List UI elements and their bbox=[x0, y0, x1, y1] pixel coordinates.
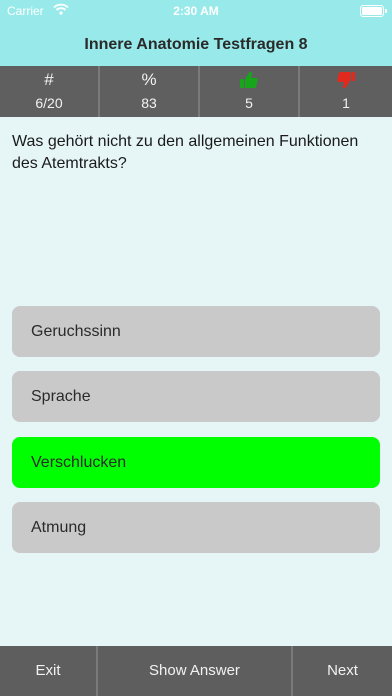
stat-progress-value: 6/20 bbox=[35, 95, 63, 111]
stat-progress: # 6/20 bbox=[0, 66, 100, 117]
stats-bar: # 6/20 % 83 5 1 bbox=[0, 66, 392, 117]
battery-icon bbox=[360, 5, 387, 17]
stat-percent: % 83 bbox=[100, 66, 200, 117]
answer-button-4[interactable]: Atmung bbox=[12, 502, 380, 553]
stat-correct: 5 bbox=[200, 66, 300, 117]
page-title: Innere Anatomie Testfragen 8 bbox=[84, 36, 308, 53]
status-time: 2:30 AM bbox=[173, 4, 219, 18]
bottom-toolbar: Exit Show Answer Next bbox=[0, 646, 392, 696]
thumbs-down-icon bbox=[300, 69, 392, 91]
next-button[interactable]: Next bbox=[293, 646, 392, 696]
answer-button-2[interactable]: Sprache bbox=[12, 371, 380, 422]
stat-wrong-value: 1 bbox=[342, 95, 350, 111]
exit-button[interactable]: Exit bbox=[0, 646, 98, 696]
stat-percent-label: % bbox=[141, 70, 157, 89]
status-bar: Carrier 2:30 AM bbox=[0, 0, 392, 22]
stat-progress-label: # bbox=[44, 70, 54, 89]
stat-correct-value: 5 bbox=[245, 95, 253, 111]
question-text: Was gehört nicht zu den allgemeinen Funk… bbox=[12, 133, 359, 172]
answer-button-1[interactable]: Geruchssinn bbox=[12, 306, 380, 357]
thumbs-up-icon bbox=[200, 69, 298, 91]
navigation-bar: Innere Anatomie Testfragen 8 bbox=[0, 22, 392, 66]
show-answer-button[interactable]: Show Answer bbox=[98, 646, 293, 696]
stat-percent-value: 83 bbox=[141, 95, 157, 111]
stat-wrong: 1 bbox=[300, 66, 392, 117]
answer-button-3[interactable]: Verschlucken bbox=[12, 437, 380, 488]
